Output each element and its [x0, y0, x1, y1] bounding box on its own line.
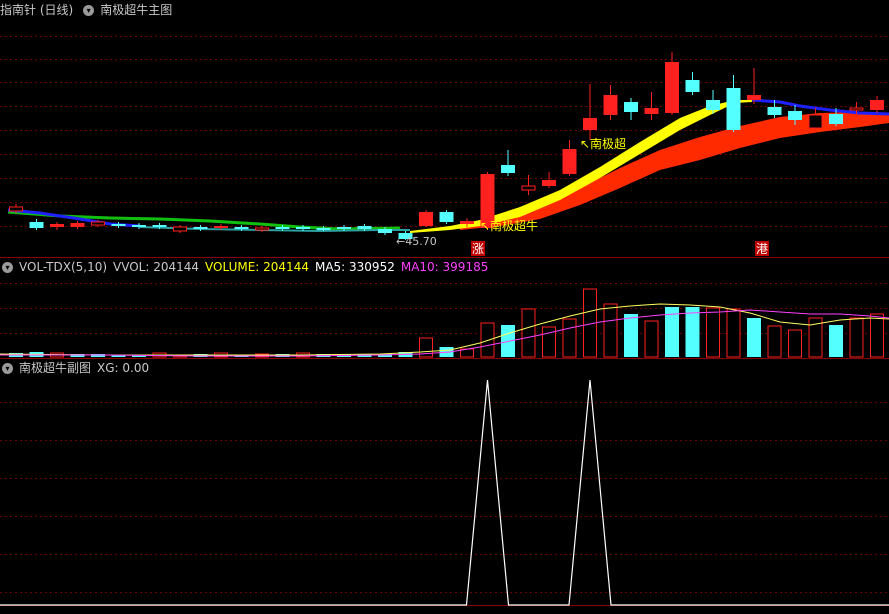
volume-indicator-name[interactable]: VOL-TDX(5,10): [19, 260, 107, 274]
volume-bar: [747, 318, 761, 357]
candle-body: [788, 111, 802, 120]
signal-label-1: ↖南极超牛: [480, 218, 538, 233]
candle-body: [29, 222, 44, 228]
candle-body: [234, 227, 249, 229]
volume-bar: [788, 329, 802, 358]
candle-body: [644, 108, 659, 114]
volume-bar: [562, 318, 577, 358]
xg-signal-line: [0, 379, 889, 606]
candle-body: [849, 107, 864, 111]
volume-bar: [849, 317, 864, 358]
volume-bar: [603, 303, 618, 358]
candle-body: [132, 225, 146, 227]
candle-body: [378, 229, 392, 233]
vvol-value: VVOL: 204144: [113, 260, 200, 274]
volume-bar: [706, 307, 720, 358]
candle-body: [665, 62, 679, 113]
candle-body: [91, 221, 105, 226]
candle-body: [439, 212, 454, 222]
candle-body: [542, 180, 556, 186]
ma5-value: MA5: 330952: [314, 260, 395, 274]
tag-zhang: 涨: [472, 241, 484, 256]
candle-body: [316, 228, 331, 230]
candle-body: [70, 223, 85, 227]
candle-body: [275, 227, 290, 229]
sub-indicator-name[interactable]: 南极超牛副图: [19, 361, 91, 375]
low-price-marker: ←45.70: [396, 235, 437, 248]
chevron-down-icon[interactable]: ▾: [2, 363, 13, 374]
panel-separators: [0, 257, 889, 606]
candle-body: [193, 227, 208, 229]
volume-bar: [521, 308, 536, 358]
candle-body: [747, 95, 761, 100]
candle-body: [111, 224, 126, 226]
tag-gang: 港: [756, 242, 768, 256]
candle-body: [726, 88, 741, 130]
candle-body: [685, 80, 700, 92]
candle-body: [583, 118, 597, 130]
volume-bars: [9, 288, 884, 358]
candle-body: [808, 114, 823, 129]
candle-body: [562, 149, 577, 174]
candle-body: [357, 226, 372, 229]
candle-body: [173, 226, 187, 232]
candle-body: [829, 114, 843, 124]
candle-body: [419, 212, 433, 226]
volume-bar: [726, 308, 741, 358]
volume-panel-header: ▾ VOL-TDX(5,10) VVOL: 204144 VOLUME: 204144…: [0, 257, 494, 277]
volume-bar: [767, 325, 782, 358]
ma10-value: MA10: 399185: [400, 260, 489, 274]
candle-body: [706, 100, 720, 110]
candle-body: [460, 221, 474, 224]
candle-body: [152, 225, 167, 227]
signal-label-2: ↖南极超: [580, 136, 626, 151]
candle-body: [624, 102, 638, 112]
chart-canvas[interactable]: ←45.70 ↖南极超牛 ↖南极超 涨 港: [0, 0, 889, 614]
candle-body: [337, 227, 351, 229]
candle-body: [255, 227, 269, 231]
candle-body: [603, 95, 618, 115]
sub-panel-header: ▾ 南极超牛副图 XG: 0.00: [0, 358, 155, 378]
candle-body: [501, 165, 515, 173]
volume-bar: [829, 325, 843, 357]
volume-bar: [624, 314, 638, 357]
volume-bar: [870, 313, 884, 358]
chevron-down-icon[interactable]: ▾: [2, 262, 13, 273]
candlesticks: [9, 52, 884, 240]
candle-body: [521, 185, 536, 191]
volume-bar: [685, 307, 700, 357]
candle-body: [214, 226, 228, 228]
xg-value: XG: 0.00: [97, 361, 150, 375]
volume-bar: [644, 320, 659, 358]
candle-body: [870, 100, 884, 110]
candle-body: [767, 107, 782, 115]
yellow-trend-band: [410, 100, 752, 233]
candle-body: [50, 224, 64, 227]
candle-body: [296, 227, 310, 229]
candle-body: [9, 206, 23, 212]
volume-value: VOLUME: 204144: [205, 260, 309, 274]
